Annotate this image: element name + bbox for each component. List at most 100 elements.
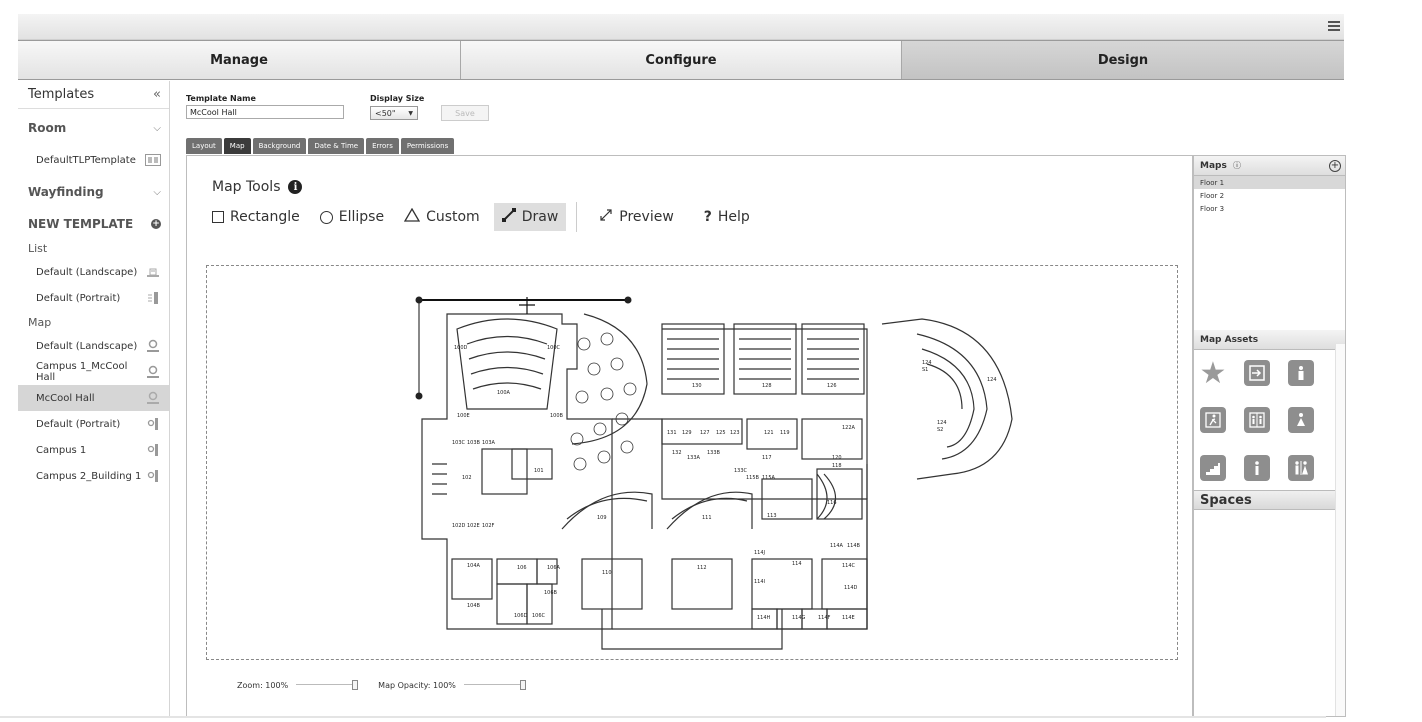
save-button[interactable]: Save [441, 105, 489, 121]
templates-sidebar: Templates « Room ⌵ DefaultTLPTemplate Wa… [18, 81, 170, 718]
map-assets-grid: ★ [1194, 350, 1345, 490]
sidebar-item-campus1-mccool[interactable]: Campus 1_McCool Hall [18, 359, 169, 385]
new-template-row[interactable]: NEW TEMPLATE + [18, 211, 169, 237]
add-map-icon[interactable]: + [1329, 159, 1341, 172]
subtab-background[interactable]: Background [252, 138, 307, 154]
display-size-select[interactable]: <50" ▼ [370, 106, 418, 120]
svg-text:102F: 102F [482, 523, 495, 529]
ellipse-tool-button[interactable]: Ellipse [312, 203, 392, 231]
restroom-family-icon[interactable] [1288, 454, 1314, 481]
subtab-map[interactable]: Map [223, 138, 251, 154]
svg-text:103C: 103C [452, 440, 466, 446]
group-room[interactable]: Room ⌵ [18, 109, 169, 147]
map-sliders: Zoom: 100% Map Opacity: 100% [237, 680, 546, 690]
stairs-icon[interactable] [1200, 454, 1226, 481]
sidebar-title: Templates [28, 87, 95, 102]
sidebar-item-map-landscape[interactable]: Default (Landscape) [18, 333, 169, 359]
sidebar-item-mccool-hall[interactable]: McCool Hall [18, 385, 169, 411]
info-icon[interactable]: i [288, 180, 303, 194]
tab-configure[interactable]: Configure [461, 41, 902, 79]
subtab-permissions[interactable]: Permissions [400, 138, 455, 154]
tab-design[interactable]: Design [902, 41, 1344, 79]
map-item-floor-1[interactable]: Floor 1 [1194, 176, 1345, 189]
svg-text:114B: 114B [847, 543, 861, 549]
sidebar-item-defaulttlptemplate[interactable]: DefaultTLPTemplate [18, 147, 169, 173]
svg-text:125: 125 [716, 430, 726, 436]
svg-text:106A: 106A [547, 565, 561, 571]
group-room-label: Room [28, 121, 67, 135]
tab-manage[interactable]: Manage [18, 41, 461, 79]
info-icon[interactable]: ⓘ [1233, 161, 1241, 170]
svg-text:133A: 133A [687, 455, 701, 461]
exit-icon[interactable] [1244, 360, 1270, 386]
map-portrait-icon [145, 469, 161, 483]
group-wayfinding[interactable]: Wayfinding ⌵ [18, 173, 169, 211]
opacity-slider[interactable] [463, 680, 526, 690]
svg-text:121: 121 [764, 430, 774, 436]
menu-icon[interactable] [1328, 21, 1340, 31]
sidebar-item-label: McCool Hall [36, 392, 95, 404]
sidebar-item-campus2-building1[interactable]: Campus 2_Building 1 [18, 463, 169, 489]
custom-tool-button[interactable]: Custom [396, 203, 488, 231]
dropdown-arrow-icon: ▼ [408, 109, 413, 117]
collapse-sidebar-icon[interactable]: « [153, 87, 161, 102]
opacity-slider-thumb[interactable] [519, 680, 526, 690]
svg-text:100A: 100A [497, 390, 511, 396]
zoom-slider-track [296, 684, 359, 685]
svg-text:103B: 103B [467, 440, 481, 446]
svg-text:109: 109 [597, 515, 607, 521]
list-landscape-icon [145, 265, 161, 279]
help-button[interactable]: ? Help [696, 203, 758, 231]
restroom-male-icon[interactable] [1288, 360, 1314, 386]
svg-text:122A: 122A [842, 425, 856, 431]
zoom-slider[interactable] [296, 680, 359, 690]
rectangle-tool-button[interactable]: Rectangle [212, 203, 308, 231]
svg-text:119: 119 [780, 430, 790, 436]
subtab-date-time[interactable]: Date & Time [308, 138, 365, 154]
zoom-slider-thumb[interactable] [352, 680, 359, 690]
svg-text:115B: 115B [746, 475, 760, 481]
sidebar-item-list-portrait[interactable]: Default (Portrait) [18, 285, 169, 311]
right-panel: Maps ⓘ + Floor 1 Floor 2 Floor 3 Map Ass… [1193, 155, 1346, 717]
opacity-slider-track [463, 684, 526, 685]
right-panel-scrollbar[interactable] [1335, 344, 1345, 716]
ellipse-icon [319, 210, 333, 224]
map-toolbar: Rectangle Ellipse Custom Draw Preview ? … [212, 202, 758, 232]
svg-text:102E: 102E [467, 523, 480, 529]
svg-text:100D: 100D [454, 345, 468, 351]
svg-text:127: 127 [700, 430, 710, 436]
new-template-label: NEW TEMPLATE [28, 217, 134, 231]
svg-text:104A: 104A [467, 563, 481, 569]
map-item-floor-2[interactable]: Floor 2 [1194, 189, 1345, 202]
svg-text:114I: 114I [754, 579, 765, 585]
sidebar-item-list-landscape[interactable]: Default (Landscape) [18, 259, 169, 285]
sidebar-item-campus1[interactable]: Campus 1 [18, 437, 169, 463]
maps-list: Floor 1 Floor 2 Floor 3 [1194, 176, 1345, 330]
preview-button[interactable]: Preview [591, 203, 682, 231]
svg-text:131: 131 [667, 430, 677, 436]
sidebar-item-label: Campus 1 [36, 444, 87, 456]
map-canvas[interactable]: 100D 100C 100A 100E 100B 103C 103B 103A 102 10… [206, 265, 1178, 660]
subtab-layout[interactable]: Layout [186, 138, 222, 154]
chevron-down-icon: ⌵ [153, 186, 161, 198]
sidebar-item-map-portrait[interactable]: Default (Portrait) [18, 411, 169, 437]
svg-text:114F: 114F [818, 615, 831, 621]
svg-text:124: 124 [922, 360, 932, 366]
emergency-exit-icon[interactable] [1200, 407, 1226, 434]
svg-text:106C: 106C [532, 613, 546, 619]
elevator-icon[interactable] [1244, 407, 1270, 434]
star-icon[interactable]: ★ [1200, 356, 1227, 391]
svg-text:102D: 102D [452, 523, 466, 529]
info-kiosk-icon[interactable] [1244, 454, 1270, 481]
draw-tool-label: Draw [521, 209, 559, 225]
sidebar-item-label: Default (Landscape) [36, 266, 138, 278]
draw-tool-button[interactable]: Draw [493, 203, 567, 231]
map-item-floor-3[interactable]: Floor 3 [1194, 202, 1345, 215]
svg-text:106B: 106B [544, 590, 558, 596]
expand-icon [599, 208, 613, 226]
add-circle-icon[interactable]: + [151, 219, 161, 229]
template-name-input[interactable] [186, 105, 344, 119]
restroom-female-icon[interactable] [1288, 407, 1314, 434]
subtab-errors[interactable]: Errors [366, 138, 399, 154]
svg-text:111: 111 [702, 515, 712, 521]
